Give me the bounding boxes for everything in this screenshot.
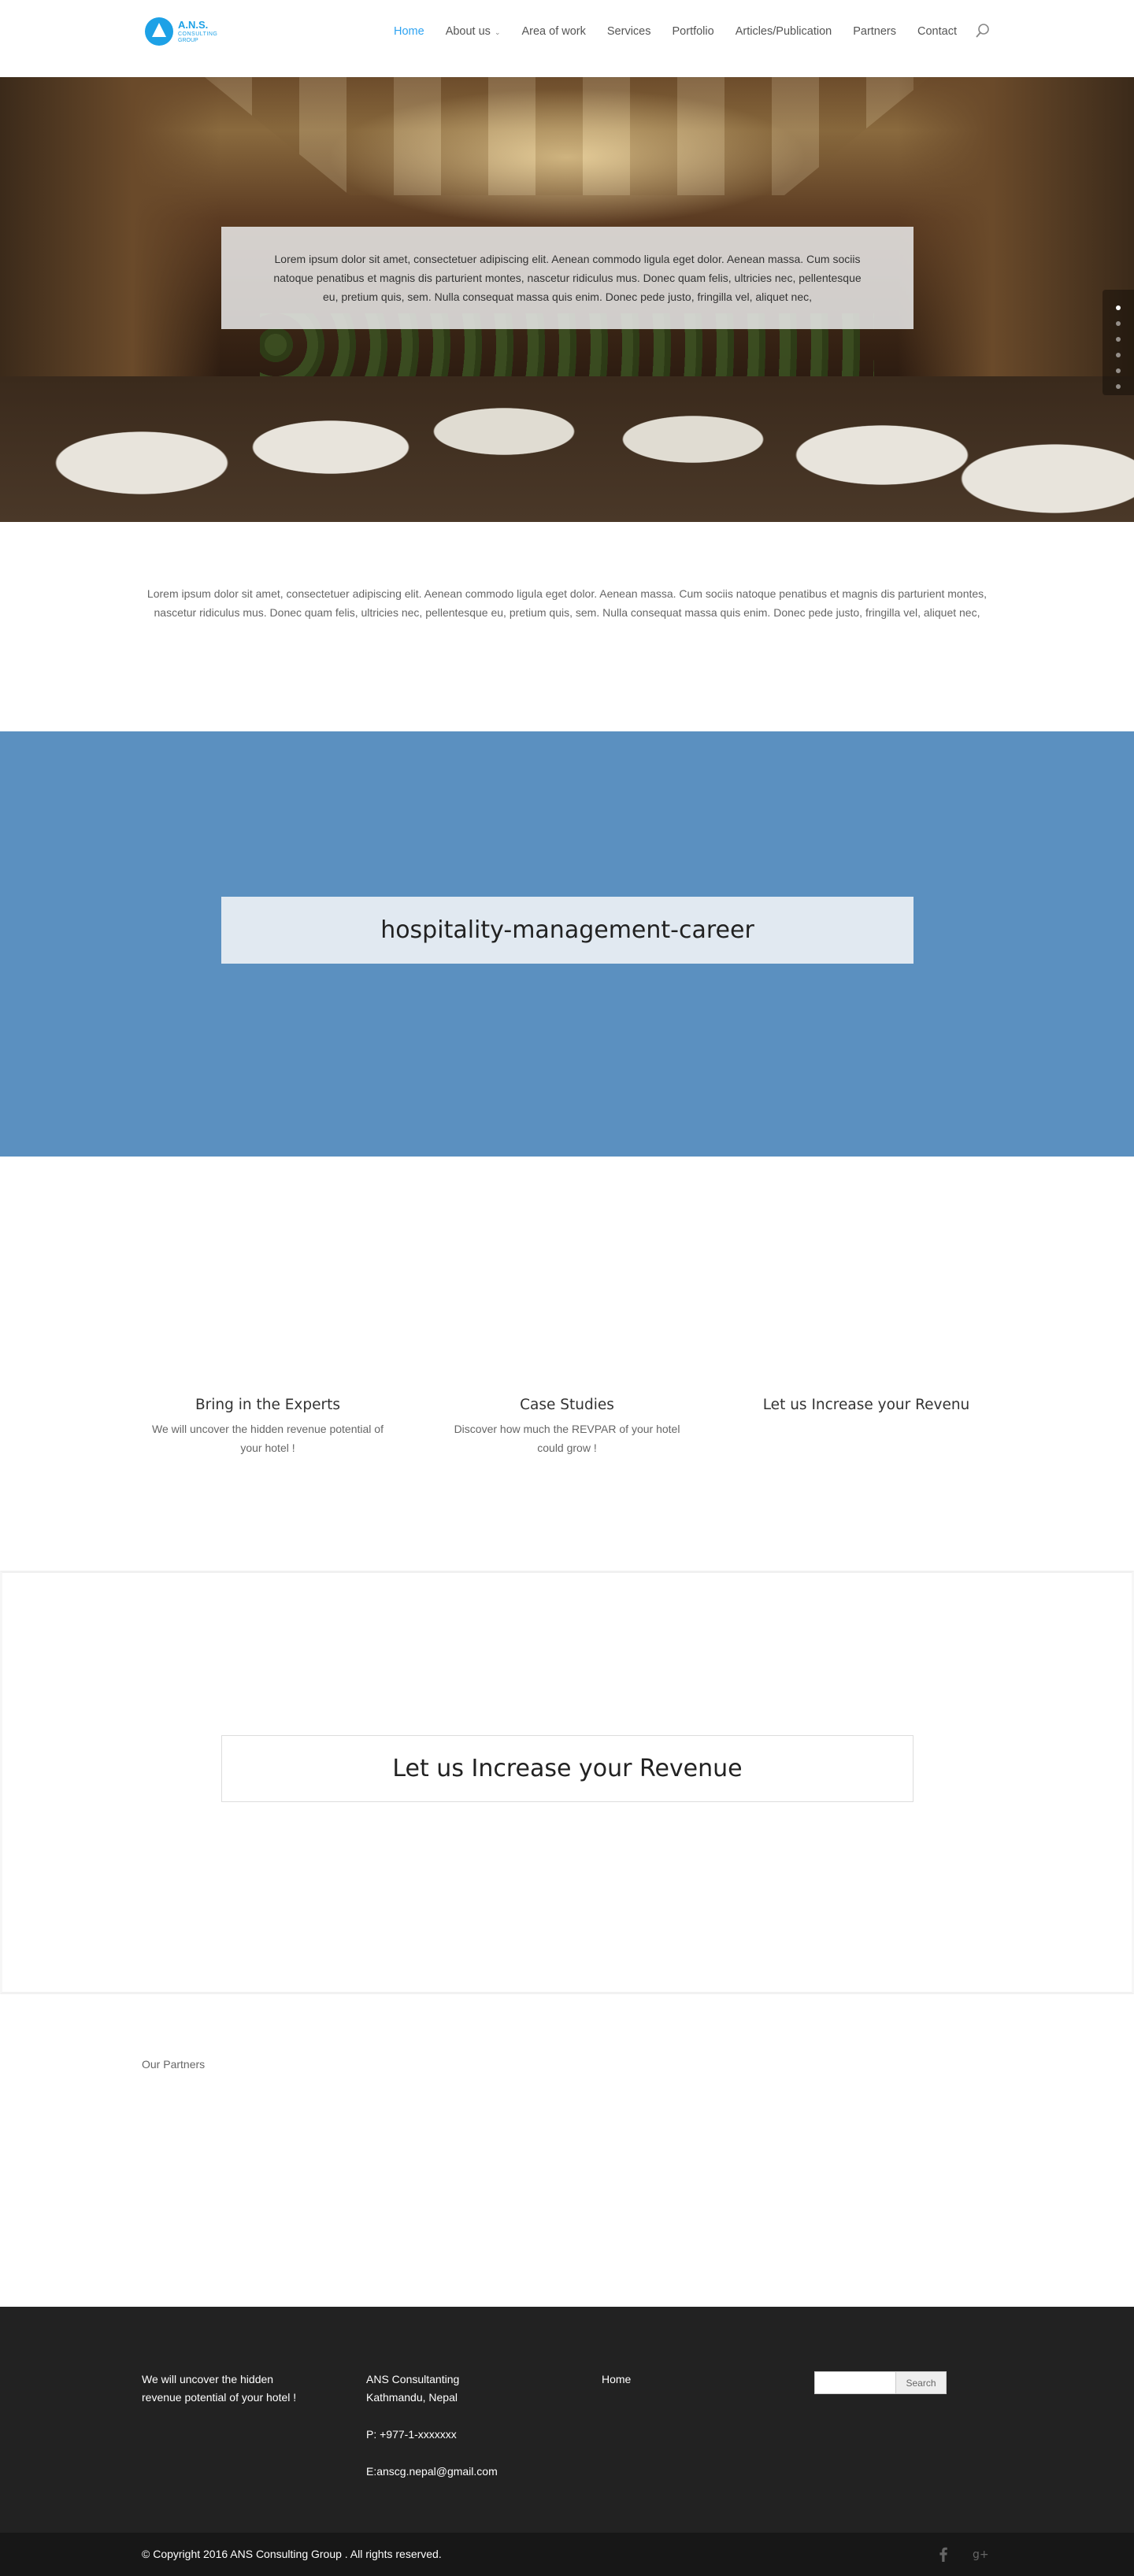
slider-dot-4[interactable]: [1116, 353, 1121, 357]
slider-dot-6[interactable]: [1116, 384, 1121, 389]
footer-company: ANS Consultanting: [366, 2373, 460, 2385]
hero-slider: Lorem ipsum dolor sit amet, consectetuer…: [0, 77, 1134, 522]
feature-text: We will uncover the hidden revenue poten…: [152, 1423, 384, 1454]
nav-about-us[interactable]: About us ⌄: [446, 25, 501, 38]
feature-revenue: Let us Increase your Revenu: [740, 1397, 992, 1419]
slider-pagination: [1102, 290, 1134, 395]
footer-about-line-2: revenue potential of your hotel !: [142, 2391, 297, 2404]
logo-text: A.N.S. CONSULTING GROUP: [178, 20, 217, 43]
slider-dot-1[interactable]: [1116, 305, 1121, 310]
footer-phone: P: +977-1-xxxxxxx: [366, 2428, 457, 2441]
revenue-title-box: Let us Increase your Revenue: [221, 1735, 914, 1802]
logo-line-1: A.N.S.: [178, 19, 209, 31]
nav-portfolio[interactable]: Portfolio: [673, 25, 714, 38]
revenue-band: Let us Increase your Revenue: [0, 1571, 1134, 1994]
svg-text:g+: g+: [973, 2548, 989, 2561]
logo-icon: [145, 17, 173, 46]
career-title-box: hospitality-management-career: [221, 897, 914, 964]
partners-heading: Our Partners: [142, 2058, 206, 2071]
footer-email[interactable]: E:anscg.nepal@gmail.com: [366, 2463, 539, 2481]
hero-caption: Lorem ipsum dolor sit amet, consectetuer…: [273, 253, 862, 303]
hero-image-tables: [0, 376, 1134, 522]
hero-caption-box: Lorem ipsum dolor sit amet, consectetuer…: [221, 227, 914, 329]
nav-area-of-work[interactable]: Area of work: [521, 25, 585, 38]
footer-link-home[interactable]: Home: [602, 2371, 759, 2389]
hero-image-ceiling: [205, 77, 929, 195]
career-title: hospitality-management-career: [380, 916, 754, 944]
footer-about-line-1: We will uncover the hidden: [142, 2373, 274, 2385]
logo-line-3: GROUP: [178, 38, 198, 43]
main-nav: Home About us ⌄ Area of work Services Por…: [394, 24, 978, 39]
feature-title: Let us Increase your Revenu: [762, 1397, 970, 1413]
footer-city: Kathmandu, Nepal: [366, 2391, 458, 2404]
feature-title: Case Studies: [520, 1397, 614, 1413]
feature-case-studies: Case Studies Discover how much the REVPA…: [441, 1397, 693, 1457]
search-icon[interactable]: [975, 23, 991, 39]
logo[interactable]: A.N.S. CONSULTING GROUP: [145, 16, 224, 47]
copyright-text: © Copyright 2016 ANS Consulting Group . …: [142, 2548, 442, 2560]
feature-text: Discover how much the REVPAR of your hot…: [454, 1423, 680, 1454]
chevron-down-icon: ⌄: [494, 28, 501, 36]
feature-title: Bring in the Experts: [195, 1397, 341, 1413]
feature-experts: Bring in the Experts We will uncover the…: [142, 1397, 394, 1457]
intro-section: Lorem ipsum dolor sit amet, consectetuer…: [142, 584, 992, 622]
logo-line-2: CONSULTING: [178, 31, 218, 37]
revenue-title: Let us Increase your Revenue: [392, 1755, 743, 1782]
google-plus-icon[interactable]: g+: [972, 2545, 989, 2563]
nav-contact[interactable]: Contact: [917, 25, 957, 38]
slider-dot-2[interactable]: [1116, 321, 1121, 326]
footer-contact: ANS Consultanting Kathmandu, Nepal P: +9…: [366, 2371, 539, 2481]
footer-search-input[interactable]: [814, 2371, 896, 2394]
footer-search-button[interactable]: Search: [896, 2371, 947, 2394]
nav-articles[interactable]: Articles/Publication: [736, 25, 832, 38]
nav-home[interactable]: Home: [394, 25, 424, 38]
site-footer: We will uncover the hidden revenue poten…: [0, 2307, 1134, 2533]
slider-dot-5[interactable]: [1116, 368, 1121, 373]
intro-text: Lorem ipsum dolor sit amet, consectetuer…: [146, 587, 988, 619]
footer-about: We will uncover the hidden revenue poten…: [142, 2371, 323, 2407]
site-header: A.N.S. CONSULTING GROUP Home About us ⌄ A…: [0, 0, 1134, 77]
career-band: hospitality-management-career: [0, 731, 1134, 1157]
footer-search: Search: [814, 2371, 947, 2394]
slider-dot-3[interactable]: [1116, 337, 1121, 342]
nav-partners[interactable]: Partners: [853, 25, 896, 38]
footer-links: Home: [602, 2371, 759, 2389]
bottom-bar: © Copyright 2016 ANS Consulting Group . …: [0, 2533, 1134, 2576]
nav-services[interactable]: Services: [607, 25, 651, 38]
facebook-icon[interactable]: [935, 2545, 952, 2563]
nav-about-us-label: About us: [445, 25, 491, 38]
